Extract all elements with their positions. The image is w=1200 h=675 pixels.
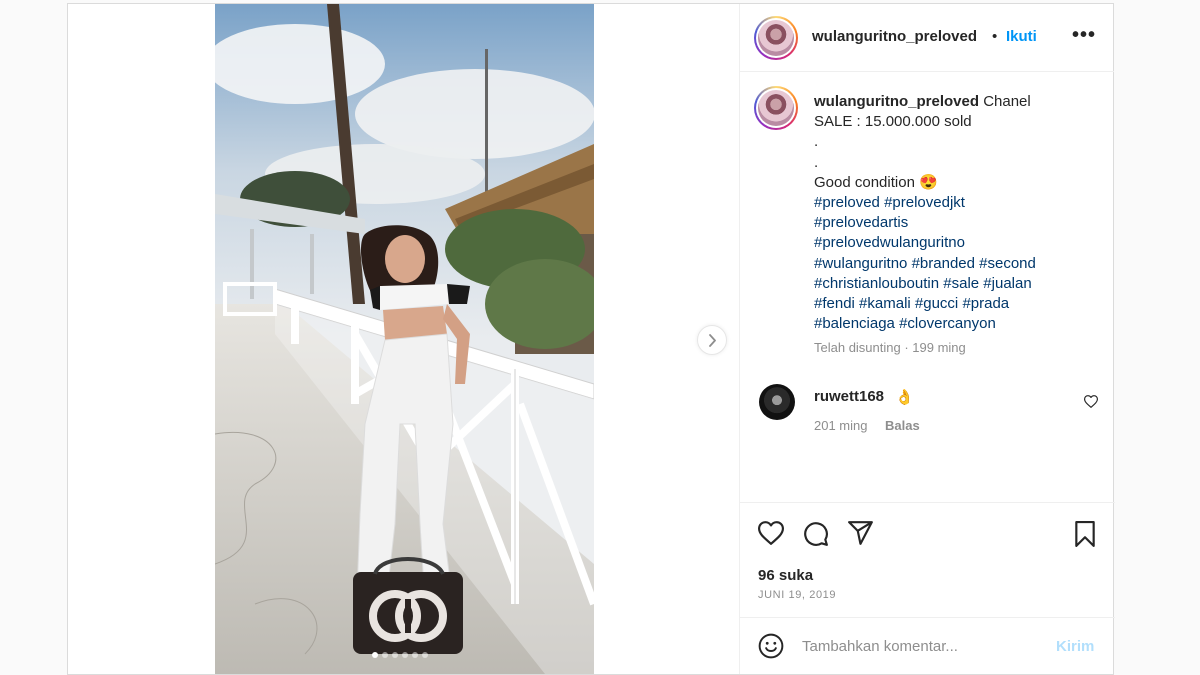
hashtag-link[interactable]: #second <box>979 255 1036 272</box>
carousel-dot <box>402 652 408 658</box>
add-comment-input[interactable] <box>802 630 1042 662</box>
caption-line: . <box>814 133 819 151</box>
post-media <box>68 4 739 674</box>
commenter-avatar[interactable] <box>759 384 795 420</box>
hashtag-link[interactable]: #prelovedwulanguritno <box>814 234 965 251</box>
author-avatar[interactable] <box>754 16 798 60</box>
caption-avatar[interactable] <box>754 86 798 130</box>
photo-illustration <box>215 4 594 674</box>
carousel-dots <box>372 652 428 658</box>
post-sidebar: wulanguritno_preloved • Ikuti ••• wulang… <box>739 4 1115 674</box>
hashtag-link[interactable]: #branded <box>912 255 975 272</box>
post-photo[interactable] <box>215 4 594 674</box>
add-comment-bar: Kirim <box>740 617 1115 674</box>
comment-item: ruwett168 👌 201 ming Balas <box>740 382 1115 442</box>
caption-meta: Telah disunting · 199 ming <box>814 340 966 355</box>
commenter-username[interactable]: ruwett168 <box>814 388 884 405</box>
caption-username[interactable]: wulanguritno_preloved <box>814 93 979 110</box>
comment-icon[interactable] <box>803 521 829 547</box>
comment-time[interactable]: 201 ming <box>814 418 867 433</box>
carousel-dot <box>412 652 418 658</box>
caption-line: SALE : 15.000.000 sold <box>814 113 972 131</box>
carousel-dot <box>382 652 388 658</box>
post-date[interactable]: JUNI 19, 2019 <box>758 589 836 601</box>
chevron-right-icon <box>709 334 716 347</box>
post-comment-button[interactable]: Kirim <box>1056 638 1094 655</box>
hashtag-link[interactable]: #clovercanyon <box>899 315 996 332</box>
hashtag-link[interactable]: #fendi <box>814 295 855 312</box>
author-username[interactable]: wulanguritno_preloved <box>812 28 977 45</box>
emoji-icon[interactable] <box>758 633 784 659</box>
header-separator: • <box>992 28 998 45</box>
comment-text: 👌 <box>895 389 914 406</box>
likes-count[interactable]: 96 suka <box>758 567 813 584</box>
post-card: wulanguritno_preloved • Ikuti ••• wulang… <box>67 3 1115 675</box>
hashtag-link[interactable]: #gucci <box>915 295 958 312</box>
hashtag-link[interactable]: #sale <box>943 275 979 292</box>
caption-line: Chanel <box>983 93 1031 110</box>
action-bar: 96 suka JUNI 19, 2019 <box>740 502 1115 617</box>
carousel-dot <box>422 652 428 658</box>
caption-line: . <box>814 153 819 171</box>
reply-button[interactable]: Balas <box>885 418 920 433</box>
hashtag-link[interactable]: #balenciaga <box>814 315 895 332</box>
hashtag-link[interactable]: #prada <box>962 295 1009 312</box>
caption-line: Good condition 😍 <box>814 173 938 191</box>
hashtag-link[interactable]: #wulanguritno <box>814 255 907 272</box>
share-icon[interactable] <box>848 521 874 545</box>
hashtag-link[interactable]: #preloved <box>814 194 880 211</box>
hashtag-link[interactable]: #christianlouboutin <box>814 275 939 292</box>
hashtag-link[interactable]: #jualan <box>983 275 1031 292</box>
post-header: wulanguritno_preloved • Ikuti ••• <box>740 4 1114 72</box>
more-options-icon[interactable]: ••• <box>1072 24 1096 47</box>
follow-button[interactable]: Ikuti <box>1006 28 1037 45</box>
heart-icon[interactable] <box>758 521 784 545</box>
carousel-dot <box>372 652 378 658</box>
caption-text: wulanguritno_preloved Chanel SALE : 15.0… <box>814 92 1104 334</box>
hashtag-link[interactable]: #kamali <box>859 295 911 312</box>
hashtag-link[interactable]: #prelovedartis <box>814 214 908 231</box>
carousel-dot <box>392 652 398 658</box>
next-slide-button[interactable] <box>697 325 727 355</box>
hashtag-link[interactable]: #prelovedjkt <box>884 194 965 211</box>
bookmark-icon[interactable] <box>1074 521 1096 547</box>
comment-like-icon[interactable] <box>1084 395 1098 408</box>
